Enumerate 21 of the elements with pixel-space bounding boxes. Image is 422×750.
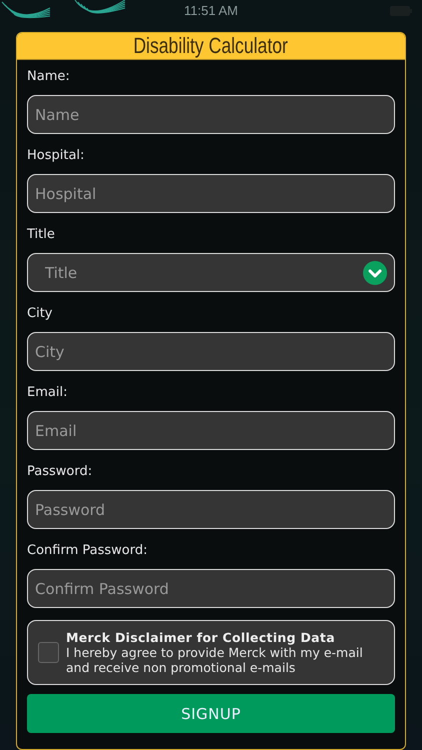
field-label: Password: <box>27 464 94 482</box>
signup-button[interactable]: SIGNUP <box>27 694 395 734</box>
field-label: Hospital: <box>27 148 86 166</box>
field-label: Confirm Password: <box>27 543 148 560</box>
field-label: Title <box>27 227 56 244</box>
field-label: Name: <box>27 69 71 86</box>
disclaimer-title: Merck Disclaimer for Collecting Data <box>66 630 336 646</box>
input-field[interactable]: Confirm Password <box>27 569 395 608</box>
input-field[interactable]: Hospital <box>27 174 395 214</box>
title-dropdown[interactable]: Title <box>27 253 395 292</box>
input-field[interactable]: Name <box>27 95 395 134</box>
input-field[interactable]: Password <box>27 490 395 530</box>
input-field[interactable]: Email <box>27 411 395 450</box>
disclaimer-text: I hereby agree to provide Merck with my e-mail and receive non promotional e-mails <box>66 645 364 676</box>
field-label: City <box>27 306 54 324</box>
checkbox[interactable] <box>38 642 59 664</box>
status-time: 11:51 AM <box>184 3 238 18</box>
chevron-down-icon <box>363 260 387 285</box>
field-label: Email: <box>27 385 68 402</box>
input-field[interactable]: City <box>27 332 395 372</box>
card-title: Disability Calculator <box>134 33 288 60</box>
